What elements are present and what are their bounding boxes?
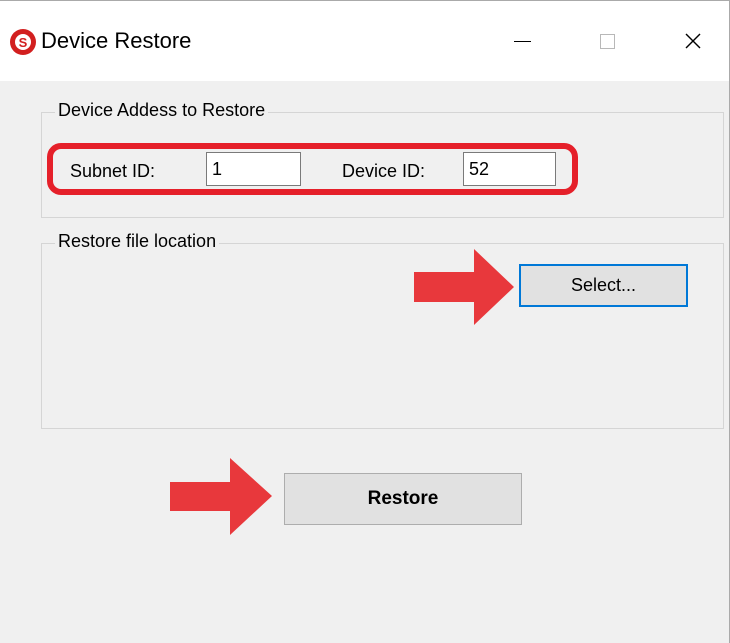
restore-button[interactable]: Restore — [284, 473, 522, 525]
minimize-button[interactable] — [499, 21, 545, 61]
maximize-button[interactable] — [584, 21, 630, 61]
select-file-button[interactable]: Select... — [519, 264, 688, 307]
arrow-to-restore-annotation — [170, 458, 272, 535]
app-logo-icon: S — [10, 29, 36, 55]
maximize-icon — [599, 33, 615, 49]
title-bar[interactable]: S Device Restore — [0, 1, 729, 81]
arrow-to-select-annotation — [414, 249, 514, 325]
device-address-group-label: Device Addess to Restore — [55, 100, 269, 121]
app-logo-letter: S — [15, 34, 31, 50]
minimize-icon — [513, 40, 531, 42]
device-restore-window: S Device Restore Device Addess to Restor… — [0, 0, 730, 643]
restore-file-location-label: Restore file location — [55, 231, 220, 252]
window-title: Device Restore — [41, 28, 192, 53]
highlight-box-annotation — [47, 143, 578, 195]
close-button[interactable] — [670, 21, 716, 61]
close-icon — [685, 33, 701, 49]
